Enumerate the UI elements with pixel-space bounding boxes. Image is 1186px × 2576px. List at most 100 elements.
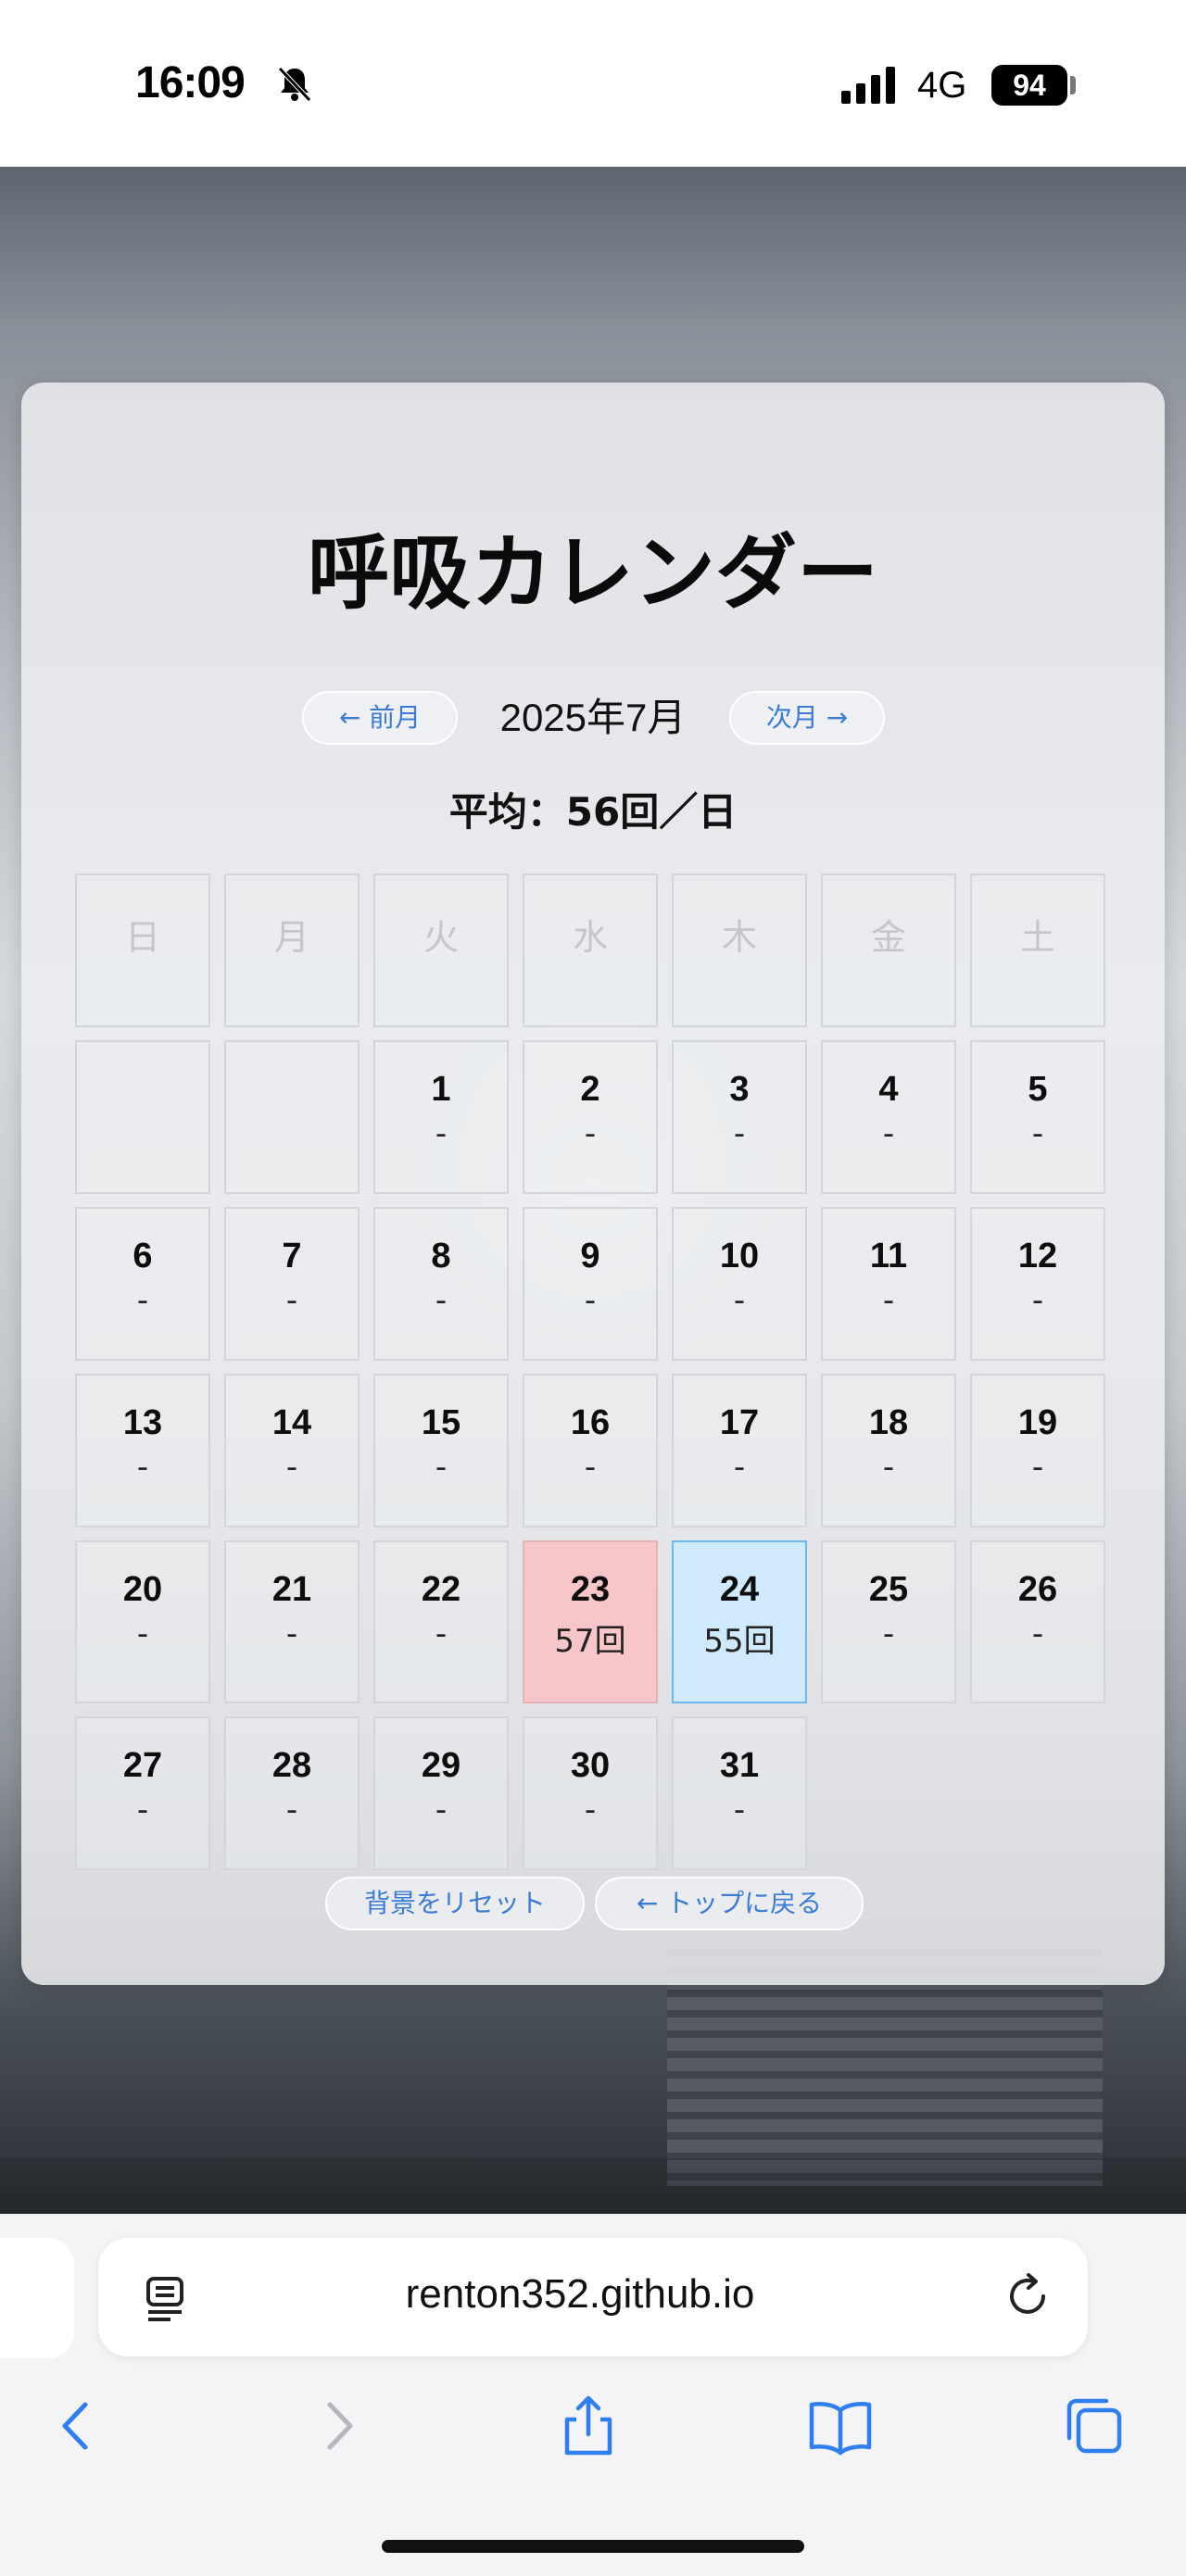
breath-count: - <box>882 1282 895 1319</box>
calendar-day-cell[interactable]: 15 - <box>373 1374 509 1527</box>
share-icon[interactable] <box>556 2394 621 2458</box>
calendar-day-cell[interactable]: 14 - <box>224 1374 360 1527</box>
signal-icon <box>841 67 895 104</box>
weekday-header: 木 <box>672 873 807 1027</box>
calendar-day-cell[interactable]: 20 - <box>75 1540 210 1703</box>
breath-count: - <box>733 1282 746 1319</box>
calendar-day-cell[interactable]: 12 - <box>970 1207 1105 1361</box>
breath-count: - <box>584 1282 597 1319</box>
back-arrow-icon[interactable] <box>44 2394 109 2458</box>
average-label: 平均：56回／日 <box>448 789 738 835</box>
breath-count: - <box>285 1449 298 1486</box>
prev-month-button[interactable]: ← 前月 <box>302 691 458 745</box>
calendar-day-cell[interactable]: 19 - <box>970 1374 1105 1527</box>
day-number: 11 <box>869 1237 908 1275</box>
day-number: 10 <box>719 1237 760 1275</box>
day-number: 5 <box>1028 1070 1048 1109</box>
breath-count: - <box>285 1791 298 1828</box>
battery-indicator: 94 <box>991 65 1067 106</box>
breath-count: - <box>584 1791 597 1828</box>
day-number: 31 <box>719 1746 760 1785</box>
breath-count: - <box>733 1115 746 1152</box>
breath-count: - <box>285 1282 298 1319</box>
day-number: 25 <box>868 1570 909 1609</box>
calendar-day-cell[interactable]: 6- <box>75 1207 210 1361</box>
day-number: 18 <box>868 1403 909 1442</box>
month-label: 2025年7月 <box>499 696 687 739</box>
previous-tab-edge[interactable] <box>0 2238 74 2358</box>
page-title: 呼吸カレンダー <box>307 525 878 621</box>
calendar-day-cell[interactable]: 27 - <box>75 1716 210 1870</box>
calendar-day-cell[interactable]: 22 - <box>373 1540 509 1703</box>
weekday-label: 火 <box>423 917 459 958</box>
calendar-day-cell[interactable]: 21 - <box>224 1540 360 1703</box>
weekday-header: 金 <box>821 873 956 1027</box>
breath-count: - <box>1031 1449 1044 1486</box>
weekday-header: 日 <box>75 873 210 1027</box>
calendar-day-cell[interactable]: 10 - <box>672 1207 807 1361</box>
status-time: 16:09 <box>135 58 246 107</box>
day-number: 8 <box>431 1237 451 1275</box>
calendar-day-cell[interactable]: 11 - <box>821 1207 956 1361</box>
reset-background-button[interactable]: 背景をリセット <box>325 1877 585 1930</box>
next-month-button[interactable]: 次月 → <box>729 691 885 745</box>
address-bar[interactable]: renton352.github.io <box>98 2238 1088 2356</box>
reader-mode-icon[interactable] <box>143 2275 187 2321</box>
calendar-day-cell[interactable]: 30 - <box>523 1716 658 1870</box>
day-number: 4 <box>878 1070 899 1109</box>
breath-count: - <box>136 1282 149 1319</box>
calendar-day-cell[interactable]: 23 57回 <box>523 1540 658 1703</box>
calendar-day-cell[interactable]: 16 - <box>523 1374 658 1527</box>
weekday-label: 金 <box>870 917 906 958</box>
day-number: 16 <box>570 1403 611 1442</box>
calendar-day-cell[interactable]: 2- <box>523 1040 658 1194</box>
calendar-day-cell[interactable]: 13 - <box>75 1374 210 1527</box>
calendar-day-cell[interactable]: 18 - <box>821 1374 956 1527</box>
bookmarks-icon[interactable] <box>808 2394 873 2458</box>
calendar-day-cell[interactable]: 24 55回 <box>672 1540 807 1703</box>
day-number: 19 <box>1017 1403 1058 1442</box>
calendar-day-cell[interactable]: 5- <box>970 1040 1105 1194</box>
day-number: 30 <box>570 1746 611 1785</box>
day-number: 3 <box>729 1070 750 1109</box>
calendar-day-cell[interactable]: 1- <box>373 1040 509 1194</box>
calendar-day-cell[interactable]: 25 - <box>821 1540 956 1703</box>
day-number: 17 <box>719 1403 760 1442</box>
home-indicator <box>382 2540 804 2553</box>
calendar-day-cell[interactable]: 29 - <box>373 1716 509 1870</box>
status-bar: 16:09 4G 94 <box>0 0 1186 167</box>
day-number: 28 <box>271 1746 312 1785</box>
reload-icon[interactable] <box>1003 2271 1053 2321</box>
day-number: 1 <box>431 1070 451 1109</box>
day-number: 24 <box>719 1570 760 1609</box>
calendar-empty-cell <box>224 1040 360 1194</box>
day-number: 6 <box>132 1237 153 1275</box>
forward-arrow-icon[interactable] <box>306 2394 371 2458</box>
calendar-day-cell[interactable]: 4- <box>821 1040 956 1194</box>
breath-count: - <box>136 1791 149 1828</box>
breath-count: - <box>584 1115 597 1152</box>
breath-count: - <box>584 1449 597 1486</box>
breath-count: - <box>733 1449 746 1486</box>
calendar-day-cell[interactable]: 28 - <box>224 1716 360 1870</box>
breath-count: - <box>435 1615 448 1652</box>
calendar-empty-cell <box>75 1040 210 1194</box>
breath-count: - <box>136 1449 149 1486</box>
calendar-day-cell[interactable]: 9- <box>523 1207 658 1361</box>
calendar-day-cell[interactable]: 3- <box>672 1040 807 1194</box>
breath-count: - <box>435 1449 448 1486</box>
day-number: 29 <box>421 1746 461 1785</box>
back-to-top-button[interactable]: ← トップに戻る <box>595 1877 864 1930</box>
calendar-day-cell[interactable]: 26 - <box>970 1540 1105 1703</box>
url-text[interactable]: renton352.github.io <box>246 2271 914 2318</box>
calendar-day-cell[interactable]: 8- <box>373 1207 509 1361</box>
calendar-day-cell[interactable]: 17 - <box>672 1374 807 1527</box>
calendar-day-cell[interactable]: 31 - <box>672 1716 807 1870</box>
day-number: 7 <box>282 1237 302 1275</box>
day-number: 15 <box>421 1403 461 1442</box>
bell-slash-icon <box>278 67 311 102</box>
tabs-icon[interactable] <box>1062 2394 1127 2458</box>
breath-count: - <box>882 1115 895 1152</box>
breath-count: - <box>1031 1115 1044 1152</box>
calendar-day-cell[interactable]: 7- <box>224 1207 360 1361</box>
